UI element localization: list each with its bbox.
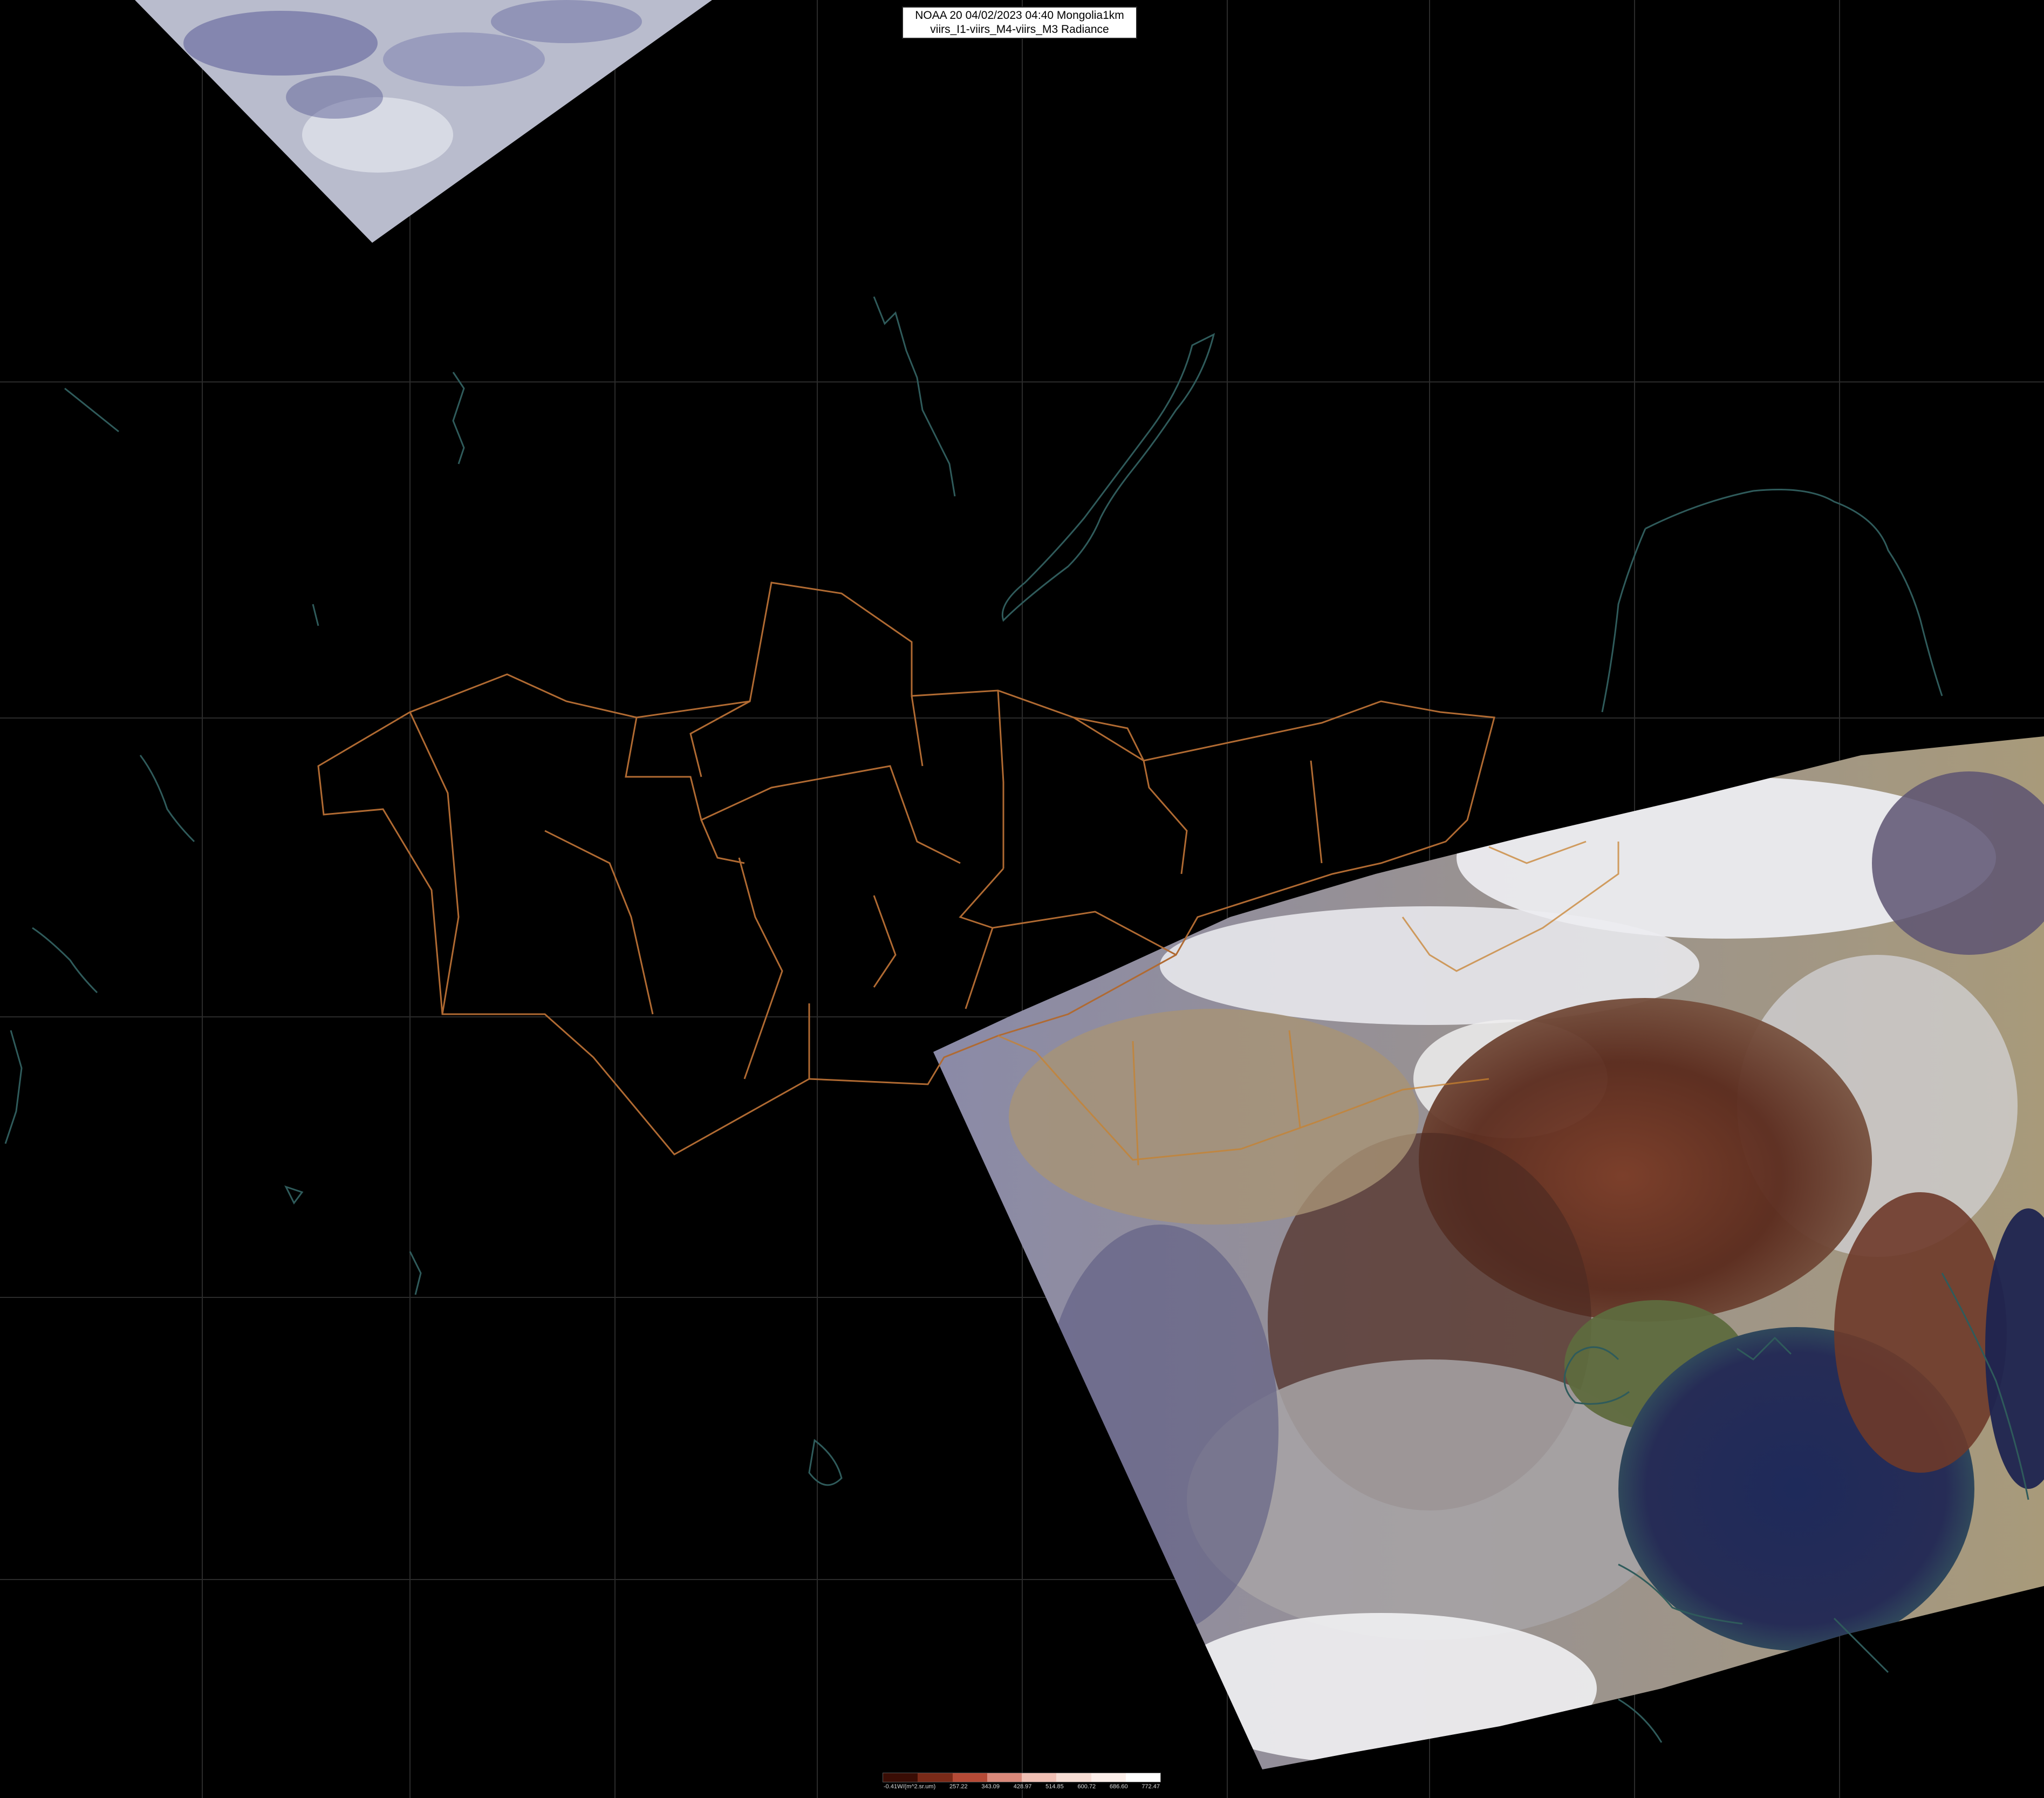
legend-swatch	[1022, 1773, 1057, 1782]
legend-tick: 428.97	[1013, 1783, 1032, 1790]
legend-ticks: -0.41W/(m^2.sr.um) 257.22 343.09 428.97 …	[883, 1783, 1161, 1790]
legend-tick: 343.09	[981, 1783, 1000, 1790]
legend-tick: 514.85	[1045, 1783, 1064, 1790]
map-title-line1: NOAA 20 04/02/2023 04:40 Mongolia1km	[915, 9, 1124, 22]
legend-tick: 772.47	[1141, 1783, 1160, 1790]
map-title-box: NOAA 20 04/02/2023 04:40 Mongolia1km vii…	[902, 6, 1137, 39]
legend-swatch	[883, 1773, 918, 1782]
legend-tick: -0.41W/(m^2.sr.um)	[884, 1783, 936, 1790]
legend-tick: 600.72	[1077, 1783, 1096, 1790]
cloud-swath-northwest	[135, 0, 712, 243]
legend-swatch	[1125, 1773, 1160, 1782]
satellite-map	[0, 0, 2044, 1798]
legend-tick: 686.60	[1109, 1783, 1128, 1790]
map-title-line2: viirs_I1-viirs_M4-viirs_M3 Radiance	[930, 23, 1109, 36]
legend-swatch	[987, 1773, 1022, 1782]
legend-tick: 257.22	[949, 1783, 968, 1790]
legend-swatch	[1091, 1773, 1126, 1782]
legend-swatch	[952, 1773, 987, 1782]
legend-colorbar	[883, 1773, 1161, 1782]
legend-swatch	[1056, 1773, 1091, 1782]
radiance-legend: -0.41W/(m^2.sr.um) 257.22 343.09 428.97 …	[883, 1773, 1161, 1790]
legend-swatch	[918, 1773, 953, 1782]
satellite-swath-main	[933, 736, 2044, 1769]
